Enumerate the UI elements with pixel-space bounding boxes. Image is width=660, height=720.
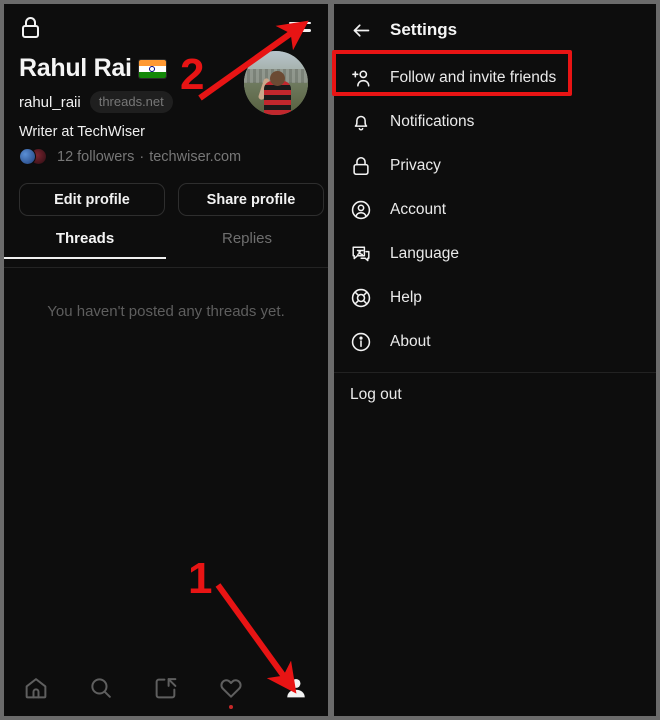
settings-item-language[interactable]: Language [334,232,656,276]
profile-display-name: Rahul Rai [19,54,166,83]
india-flag-icon [138,60,166,78]
home-icon[interactable] [14,671,58,705]
hamburger-menu-icon[interactable] [289,22,311,34]
search-icon[interactable] [79,671,123,705]
compose-icon[interactable] [144,671,188,705]
account-icon [350,199,372,221]
profile-tabs: Threads Replies [4,230,328,259]
followers-separator: · [139,148,145,165]
settings-item-label: Follow and invite friends [390,69,557,86]
tab-replies[interactable]: Replies [166,230,328,259]
screenshot-root: Rahul Rai rahul_raii threads.net Writer … [0,0,660,720]
profile-handle-row: rahul_raii threads.net [19,91,173,113]
annotation-step-1-number: 1 [188,554,213,603]
settings-title: Settings [390,20,458,39]
settings-item-account[interactable]: Account [334,188,656,232]
avatar[interactable] [244,51,308,115]
settings-item-label: Language [390,245,459,262]
tabs-baseline [4,267,328,268]
settings-item-follow-and-invite-friends[interactable]: Follow and invite friends [334,56,656,100]
display-name-text: Rahul Rai [19,54,132,82]
tab-threads[interactable]: Threads [4,230,166,259]
follower-avatars [19,148,51,165]
logout-button[interactable]: Log out [334,373,656,417]
profile-link[interactable]: techwiser.com [149,149,241,165]
followers-row[interactable]: 12 followers · techwiser.com [19,148,241,165]
settings-item-about[interactable]: About [334,320,656,364]
share-profile-button[interactable]: Share profile [178,183,324,216]
private-account-lock [21,17,40,38]
profile-action-buttons: Edit profile Share profile [19,183,324,216]
profile-panel: Rahul Rai rahul_raii threads.net Writer … [4,4,328,716]
settings-item-label: Account [390,201,447,218]
info-icon [350,331,372,353]
annotation-step-2-number: 2 [180,50,205,99]
bottom-navigation-bar [4,660,328,716]
threads-net-badge[interactable]: threads.net [89,91,173,113]
activity-badge-dot [228,705,233,709]
back-arrow-icon[interactable] [350,19,372,41]
settings-header: Settings [334,4,656,56]
empty-state-message: You haven't posted any threads yet. [47,303,285,320]
lock-icon [21,17,40,38]
settings-item-label: Privacy [390,157,441,174]
settings-panel: Settings Follow and invite friends Notif… [334,4,656,716]
settings-item-label: Help [390,289,422,306]
settings-list: Follow and invite friends Notifications [334,56,656,417]
settings-item-label: Notifications [390,113,475,130]
lock-icon [350,155,372,177]
heart-icon[interactable] [209,671,253,709]
profile-bio: Writer at TechWiser [19,124,145,140]
profile-icon[interactable] [274,671,318,705]
bell-icon [350,111,372,133]
language-icon [350,243,372,265]
settings-item-help[interactable]: Help [334,276,656,320]
help-icon [350,287,372,309]
person-add-icon [350,67,372,89]
settings-item-label: About [390,333,431,350]
edit-profile-button[interactable]: Edit profile [19,183,165,216]
followers-count: 12 followers [57,148,135,165]
profile-handle: rahul_raii [19,93,81,111]
settings-item-privacy[interactable]: Privacy [334,144,656,188]
settings-item-notifications[interactable]: Notifications [334,100,656,144]
